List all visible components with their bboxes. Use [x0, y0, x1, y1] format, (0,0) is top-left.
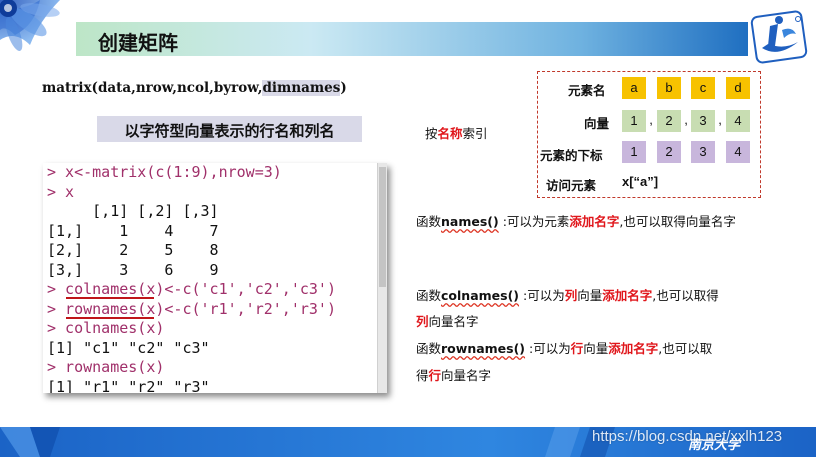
- access-example: x[“a”]: [622, 174, 659, 189]
- signature-suffix: ): [340, 80, 347, 96]
- by-name-highlight: 名称: [437, 126, 463, 141]
- name-cell: c: [691, 77, 715, 99]
- index-cell: 2: [657, 141, 681, 163]
- by-name-label: 按名称索引: [425, 123, 488, 142]
- value-separator: ,: [649, 112, 653, 127]
- index-label: 元素的下标: [540, 148, 603, 163]
- logo-icon: [750, 10, 808, 64]
- index-cell: 3: [691, 141, 715, 163]
- console-line: > x<-matrix(c(1:9),nrow=3): [47, 163, 282, 181]
- name-cell: b: [657, 77, 681, 99]
- matrix-signature: matrix(data,nrow,ncol,byrow,dimnames): [42, 80, 347, 96]
- desc-text: 得: [416, 368, 429, 383]
- desc-text: 向量: [583, 341, 609, 356]
- colnames-description: 函数colnames() :可以为列向量添加名字,也可以取得: [416, 285, 719, 304]
- value-separator: ,: [718, 112, 722, 127]
- subtitle: 以字符型向量表示的行名和列名: [124, 122, 335, 140]
- desc-text: 向量: [577, 288, 603, 303]
- page-title: 创建矩阵: [98, 31, 178, 55]
- rownames-description-line2: 得行向量名字: [416, 365, 491, 384]
- value-cell: 1: [622, 110, 646, 132]
- names-description: 函数names() :可以为元素添加名字,也可以取得向量名字: [416, 211, 736, 230]
- value-cell: 4: [726, 110, 750, 132]
- console-line: > rownames(x): [47, 358, 165, 376]
- desc-highlight: 列: [416, 314, 429, 329]
- desc-text: 函数: [416, 214, 442, 229]
- slide: 创建矩阵 matrix(data,nrow,ncol,byrow,dimname…: [0, 0, 816, 457]
- function-name: colnames(): [441, 288, 520, 303]
- console-line: [1,] 1 4 7: [47, 221, 219, 240]
- watermark: https://blog.csdn.net/xxlh123: [592, 428, 783, 445]
- corner-flower-icon: [0, 0, 60, 52]
- desc-text: ,也可以取: [658, 341, 713, 356]
- function-name: names(): [441, 214, 499, 229]
- desc-highlight: 添加名字: [602, 288, 653, 303]
- desc-text: :可以为元素: [498, 214, 570, 229]
- desc-highlight: 行: [428, 368, 442, 383]
- console-line: > colnames(x): [47, 319, 165, 337]
- desc-highlight: 列: [564, 288, 578, 303]
- signature-dimnames: dimnames: [262, 80, 341, 96]
- console-scroll-thumb[interactable]: [379, 167, 386, 287]
- value-cell: 3: [691, 110, 715, 132]
- console-line: [2,] 2 5 8: [47, 241, 219, 259]
- r-console: > x<-matrix(c(1:9),nrow=3) > x [,1] [,2]…: [43, 163, 387, 393]
- desc-text: ,也可以取得: [652, 288, 719, 303]
- console-line: > x: [47, 182, 75, 201]
- desc-text: 向量名字: [441, 368, 492, 383]
- by-name-prefix: 按: [425, 126, 438, 141]
- subtitle-box: 以字符型向量表示的行名和列名: [97, 116, 362, 142]
- name-cell: d: [726, 77, 750, 99]
- desc-text: 向量名字: [428, 314, 479, 329]
- console-line: [1] "r1" "r2" "r3": [47, 377, 210, 394]
- desc-text: :可以为: [525, 341, 571, 356]
- desc-highlight: 行: [570, 341, 584, 356]
- access-label: 访问元素: [546, 178, 597, 193]
- desc-text: ,也可以取得向量名字: [619, 214, 736, 229]
- title-bar: 创建矩阵: [76, 22, 748, 56]
- console-scrollbar[interactable]: [377, 163, 387, 393]
- console-line: [,1] [,2] [,3]: [47, 202, 219, 220]
- colnames-description-line2: 列向量名字: [416, 311, 479, 330]
- console-line: [1] "c1" "c2" "c3": [47, 338, 210, 357]
- rownames-description: 函数rownames() :可以为行向量添加名字,也可以取: [416, 338, 712, 357]
- value-cell: 2: [657, 110, 681, 132]
- function-name: rownames(): [441, 341, 526, 356]
- element-table: 元素名 a b c d 向量 1 , 2 , 3 , 4 元素的下标 1 2 3…: [537, 71, 761, 198]
- by-name-suffix: 索引: [462, 126, 488, 141]
- desc-highlight: 添加名字: [569, 214, 620, 229]
- desc-text: 函数: [416, 288, 442, 303]
- names-label: 元素名: [568, 83, 606, 98]
- desc-highlight: 添加名字: [608, 341, 659, 356]
- name-cell: a: [622, 77, 646, 99]
- desc-text: 函数: [416, 341, 442, 356]
- index-cell: 1: [622, 141, 646, 163]
- console-line: [3,] 3 6 9: [47, 260, 219, 279]
- desc-text: :可以为: [519, 288, 565, 303]
- index-cell: 4: [726, 141, 750, 163]
- vector-label: 向量: [584, 116, 610, 131]
- signature-prefix: matrix(data,nrow,ncol,byrow,: [42, 80, 263, 96]
